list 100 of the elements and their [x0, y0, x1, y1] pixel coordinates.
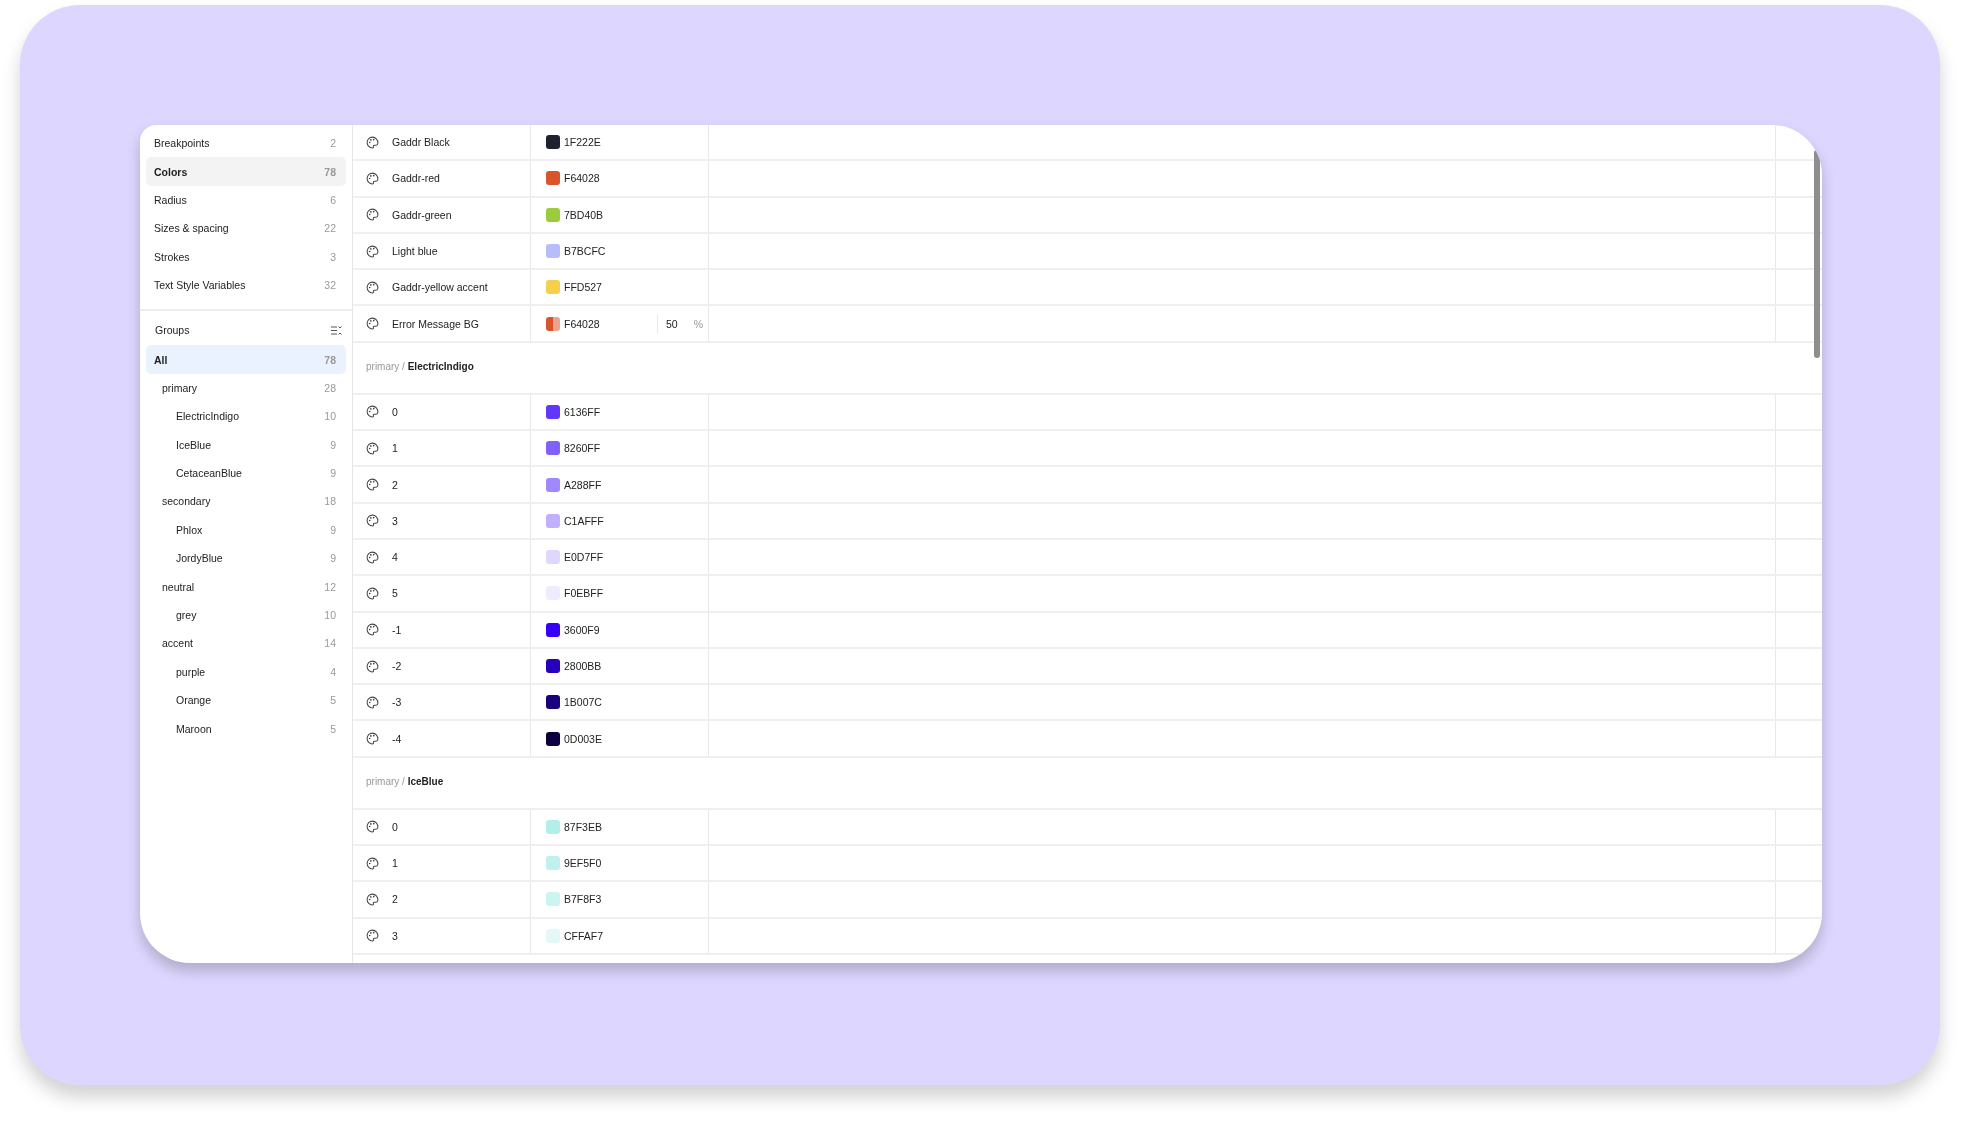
hex-value[interactable]: 0D003E	[564, 732, 602, 745]
palette-icon	[366, 514, 379, 528]
color-swatch[interactable]	[546, 135, 560, 150]
palette-icon	[366, 893, 379, 906]
color-swatch[interactable]	[546, 892, 560, 907]
color-swatch[interactable]	[546, 244, 560, 259]
color-swatch[interactable]	[546, 695, 560, 710]
variable-name: Gaddr-yellow accent	[392, 281, 488, 294]
group-path-heading: primary / ElectricIndigo	[353, 342, 1822, 395]
palette-icon	[366, 550, 379, 564]
color-swatch[interactable]	[546, 280, 560, 295]
variable-name: -4	[392, 732, 402, 745]
group-item[interactable]: accent 14	[146, 629, 346, 658]
palette-icon	[366, 171, 379, 185]
palette-icon	[366, 208, 379, 222]
palette-icon	[366, 405, 379, 419]
hex-value[interactable]: 6136FF	[564, 405, 601, 418]
color-swatch[interactable]	[546, 856, 560, 871]
color-swatch[interactable]	[546, 928, 560, 943]
color-swatch[interactable]	[546, 316, 560, 331]
hex-value[interactable]: E0D7FF	[564, 551, 604, 564]
palette-icon	[366, 659, 379, 673]
variable-name: Error Message BG	[392, 317, 479, 330]
opacity-value[interactable]: 50	[666, 317, 678, 330]
hex-value[interactable]: CFFAF7	[564, 929, 604, 942]
group-path-heading: primary / IceBlue	[353, 757, 1822, 810]
category-item[interactable]: Strokes 3	[146, 242, 346, 271]
hex-value[interactable]: 8260FF	[564, 442, 601, 455]
variable-name: 3	[392, 929, 398, 942]
group-item[interactable]: IceBlue 9	[146, 430, 346, 459]
variable-name: -1	[392, 623, 402, 636]
hex-value[interactable]: 2800BB	[564, 660, 602, 672]
variable-name: 2	[392, 893, 398, 906]
variable-name: Light blue	[392, 245, 438, 258]
palette-icon	[366, 623, 379, 637]
group-item[interactable]: CetaceanBlue 9	[146, 458, 346, 488]
variable-name: -3	[392, 696, 402, 709]
category-item[interactable]: Breakpoints 2	[146, 129, 346, 158]
color-swatch[interactable]	[546, 441, 560, 456]
group-item[interactable]: primary 28	[146, 373, 346, 403]
category-item[interactable]: Text Style Variables 32	[146, 270, 346, 300]
group-item[interactable]: All 78	[146, 345, 346, 374]
group-item[interactable]: Orange 5	[146, 686, 346, 715]
variable-name: 1	[392, 442, 398, 455]
hex-value[interactable]: 1B007C	[564, 696, 602, 709]
color-swatch[interactable]	[546, 171, 560, 186]
palette-icon	[366, 478, 379, 491]
variable-name: 2	[392, 478, 398, 491]
variable-name: Gaddr-green	[392, 208, 452, 221]
scrollbar-thumb[interactable]	[1814, 150, 1820, 358]
palette-icon	[366, 280, 379, 294]
variable-name: 0	[392, 405, 398, 418]
group-item[interactable]: Maroon 5	[146, 714, 346, 743]
palette-icon	[366, 929, 379, 943]
collapse-list-icon[interactable]	[330, 324, 342, 336]
hex-value[interactable]: A288FF	[564, 478, 602, 491]
variable-name: 5	[392, 587, 398, 600]
color-swatch[interactable]	[546, 477, 560, 492]
hex-value[interactable]: 87F3EB	[564, 820, 602, 833]
hex-value[interactable]: B7F8F3	[564, 893, 602, 906]
variable-name: 0	[392, 820, 398, 833]
category-item[interactable]: Colors 78	[146, 157, 346, 186]
variable-name: 4	[392, 551, 398, 564]
hex-value[interactable]: FFD527	[564, 281, 602, 294]
color-swatch[interactable]	[546, 513, 560, 528]
palette-icon	[366, 135, 379, 149]
percent-unit: %	[693, 317, 704, 330]
group-item[interactable]: grey 10	[146, 600, 346, 630]
group-item[interactable]: ElectricIndigo 10	[146, 402, 346, 431]
color-swatch[interactable]	[546, 659, 560, 673]
hex-value[interactable]: 3600F9	[564, 623, 600, 636]
color-swatch[interactable]	[546, 550, 560, 565]
variable-name: Gaddr Black	[392, 136, 450, 149]
palette-icon	[366, 856, 379, 870]
variable-name: -2	[392, 660, 402, 672]
group-item[interactable]: Phlox 9	[146, 515, 346, 545]
hex-value[interactable]: F64028	[564, 172, 600, 185]
palette-icon	[366, 244, 379, 258]
palette-icon	[366, 695, 379, 709]
hex-value[interactable]: F64028	[564, 317, 600, 330]
category-item[interactable]: Radius 6	[146, 185, 346, 215]
color-swatch[interactable]	[546, 207, 560, 222]
color-swatch[interactable]	[546, 819, 560, 834]
group-item[interactable]: neutral 12	[146, 572, 346, 601]
color-swatch[interactable]	[546, 731, 560, 746]
hex-value[interactable]: F0EBFF	[564, 587, 604, 600]
palette-icon	[366, 820, 379, 834]
hex-value[interactable]: B7BCFC	[564, 245, 606, 258]
hex-value[interactable]: 7BD40B	[564, 208, 604, 221]
hex-value[interactable]: 1F222E	[564, 136, 601, 149]
palette-icon	[366, 732, 379, 746]
groups-title: Groups	[155, 324, 190, 337]
category-item[interactable]: Sizes & spacing 22	[146, 214, 346, 243]
group-item[interactable]: purple 4	[146, 657, 346, 687]
hex-value[interactable]: 9EF5F0	[564, 857, 602, 870]
color-swatch[interactable]	[546, 404, 560, 419]
group-item[interactable]: secondary 18	[146, 487, 346, 516]
group-item[interactable]: JordyBlue 9	[146, 544, 346, 573]
hex-value[interactable]: C1AFFF	[564, 514, 604, 527]
color-swatch[interactable]	[546, 622, 560, 637]
